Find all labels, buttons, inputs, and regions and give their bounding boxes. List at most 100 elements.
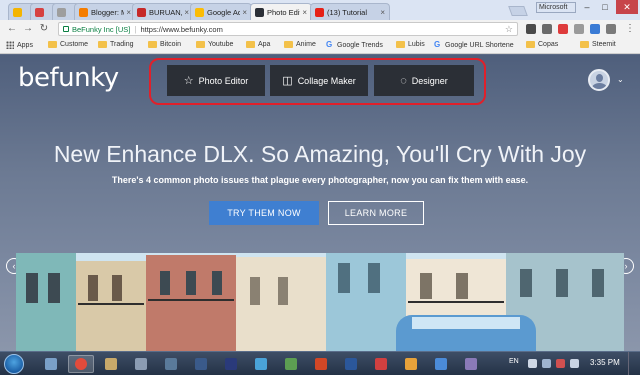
taskbar-app-icon[interactable] [278, 355, 304, 373]
tab-favicon-icon [255, 7, 264, 17]
start-button[interactable] [4, 354, 24, 374]
extension-icon[interactable] [558, 24, 568, 34]
taskbar-app-icon[interactable] [38, 355, 64, 373]
bookmark-item[interactable]: Lubis [396, 41, 425, 48]
taskbar-chrome-icon[interactable] [68, 355, 94, 373]
browser-tab[interactable]: (13) Tutorial × [310, 3, 390, 20]
google-icon: G [326, 40, 333, 49]
tab-favicon-icon [137, 7, 146, 17]
bookmark-label: Google Trends [337, 41, 383, 49]
bookmarks-bar: Apps Custome Trading Bitcoin Youtube Apa Anime… [0, 38, 640, 54]
browser-tab[interactable]: Google AdSe× [190, 3, 252, 20]
bookmark-label: Bitcoin [160, 41, 182, 48]
bookmark-item[interactable]: G Google Trends [326, 41, 383, 49]
extension-icon[interactable] [606, 24, 616, 34]
taskbar-clock[interactable]: 3:35 PM [590, 358, 620, 367]
bookmark-label: Apps [17, 41, 33, 49]
learn-more-button[interactable]: LEARN MORE [328, 201, 424, 225]
apps-grid-icon [6, 41, 14, 49]
folder-icon [48, 41, 57, 48]
taskbar-app-icon[interactable] [428, 355, 454, 373]
bookmark-item[interactable]: Custome [48, 41, 88, 48]
tray-icon[interactable] [556, 359, 565, 368]
taskbar-app-icon[interactable] [398, 355, 424, 373]
tab-close-icon[interactable]: × [380, 8, 385, 17]
back-icon[interactable]: ← [6, 23, 18, 34]
menu-icon[interactable]: ⋮ [624, 23, 636, 34]
google-icon: G [434, 40, 441, 49]
tab-close-icon[interactable]: × [126, 8, 131, 17]
hero-image [16, 253, 624, 351]
taskbar-app-icon[interactable] [158, 355, 184, 373]
folder-icon [148, 41, 157, 48]
secure-label: BeFunky Inc [US] [72, 24, 131, 34]
extension-icon[interactable] [574, 24, 584, 34]
close-window-button[interactable]: ✕ [616, 0, 638, 14]
folder-icon [580, 41, 589, 48]
volume-icon[interactable] [570, 359, 579, 368]
bookmark-item[interactable]: Steemit [580, 41, 616, 48]
bookmark-label: Lubis [408, 41, 425, 48]
bookmark-item[interactable]: Anime [284, 41, 316, 48]
tab-favicon-icon [315, 7, 324, 17]
folder-icon [246, 41, 255, 48]
taskbar-app-icon[interactable] [248, 355, 274, 373]
tab-close-icon[interactable]: × [302, 8, 307, 17]
bookmark-label: Anime [296, 41, 316, 48]
bookmark-label: Youtube [208, 41, 234, 48]
show-desktop-button[interactable] [628, 352, 640, 375]
hero-headline: New Enhance DLX. So Amazing, You'll Cry … [53, 141, 587, 167]
tray-icon[interactable] [528, 359, 537, 368]
forward-icon[interactable]: → [22, 23, 34, 34]
folder-icon [396, 41, 405, 48]
reload-icon[interactable]: ↻ [38, 23, 50, 34]
taskbar-powerpoint-icon[interactable] [308, 355, 334, 373]
befunky-logo[interactable]: befunky [18, 63, 119, 93]
bookmark-item[interactable]: Youtube [196, 41, 233, 48]
chevron-down-icon[interactable]: ⌄ [617, 75, 624, 84]
windows-taskbar: EN 3:35 PM [0, 351, 640, 375]
browser-tab[interactable]: BURUAN, DA× [132, 3, 194, 20]
profile-badge[interactable]: Microsoft [536, 2, 576, 13]
taskbar-app-icon[interactable] [188, 355, 214, 373]
tab-close-icon[interactable]: × [242, 8, 247, 17]
new-tab-button[interactable] [508, 6, 528, 16]
minimize-button[interactable]: – [578, 0, 596, 14]
taskbar-app-icon[interactable] [368, 355, 394, 373]
bookmark-label: Custome [60, 41, 89, 48]
language-indicator[interactable]: EN [509, 358, 519, 365]
user-avatar[interactable] [588, 69, 610, 91]
extension-icon[interactable] [590, 24, 600, 34]
bookmark-item[interactable]: G Google URL Shortene [434, 41, 514, 49]
bookmark-item[interactable]: Bitcoin [148, 41, 181, 48]
taskbar-photoshop-icon[interactable] [218, 355, 244, 373]
extension-icon[interactable] [542, 24, 552, 34]
tab-favicon-icon [195, 7, 204, 17]
bookmark-label: Copas [538, 41, 559, 48]
extension-icon[interactable] [526, 24, 536, 34]
bookmark-label: Apa [258, 41, 271, 48]
folder-icon [196, 41, 205, 48]
folder-icon [284, 41, 293, 48]
taskbar-app-icon[interactable] [98, 355, 124, 373]
tab-close-icon[interactable]: × [184, 8, 189, 17]
browser-tab[interactable]: Photo Editor× [250, 3, 312, 20]
battery-icon[interactable] [542, 359, 551, 368]
bookmark-item[interactable]: Trading [98, 41, 133, 48]
bookmark-item[interactable]: Copas [526, 41, 558, 48]
taskbar-app-icon[interactable] [458, 355, 484, 373]
tab-title: Photo Editor [267, 7, 300, 17]
bookmark-star-icon[interactable]: ☆ [505, 24, 513, 35]
browser-tab[interactable]: Blogger: Mic× [74, 3, 136, 20]
address-separator: | [134, 24, 137, 34]
taskbar-word-icon[interactable] [338, 355, 364, 373]
bookmark-item[interactable]: Apps [6, 41, 33, 49]
try-them-now-button[interactable]: TRY THEM NOW [209, 201, 319, 225]
folder-icon [526, 41, 535, 48]
tab-title: Blogger: Mic [91, 7, 124, 17]
maximize-button[interactable]: □ [596, 0, 614, 14]
address-bar[interactable]: BeFunky Inc [US] | https://www.befunky.c… [58, 22, 518, 36]
taskbar-app-icon[interactable] [128, 355, 154, 373]
url-text[interactable]: https://www.befunky.com [140, 25, 222, 34]
bookmark-item[interactable]: Apa [246, 41, 270, 48]
